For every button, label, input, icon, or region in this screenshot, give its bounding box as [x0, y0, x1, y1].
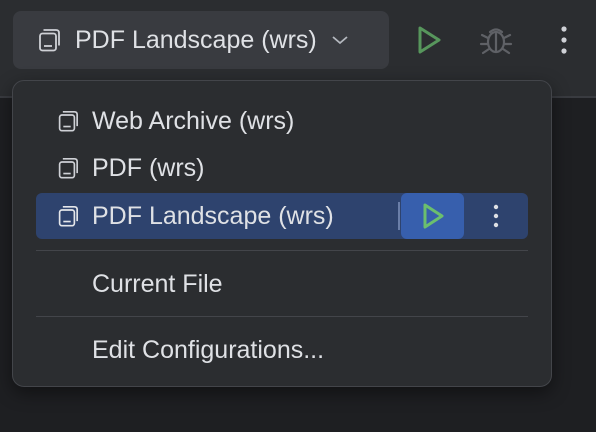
popup-item-label: PDF Landscape (wrs) [92, 201, 334, 230]
popup-separator [36, 316, 528, 317]
run-configuration-icon [55, 204, 79, 228]
popup-item-edit-configurations[interactable]: Edit Configurations... [36, 327, 528, 373]
debug-button[interactable] [476, 20, 516, 60]
run-icon [415, 25, 443, 55]
popup-item-pdf-landscape[interactable]: PDF Landscape (wrs) [36, 193, 528, 239]
run-configuration-icon [55, 156, 79, 180]
run-icon [420, 202, 446, 230]
run-configurations-popup: Web Archive (wrs) PDF (wrs) PDF Landscap… [12, 80, 552, 387]
inline-separator [398, 202, 400, 230]
run-configuration-icon [35, 27, 61, 53]
popup-item-label: Edit Configurations... [92, 335, 325, 364]
popup-item-current-file[interactable]: Current File [36, 261, 528, 307]
run-button[interactable] [409, 20, 449, 60]
popup-separator [36, 250, 528, 251]
chevron-down-icon [331, 34, 349, 46]
popup-item-web-archive[interactable]: Web Archive (wrs) [36, 98, 528, 144]
run-configuration-label: PDF Landscape (wrs) [75, 25, 317, 54]
run-configuration-icon [55, 109, 79, 133]
popup-item-label: Current File [92, 269, 223, 298]
more-actions-button[interactable] [544, 20, 584, 60]
inline-run-button[interactable] [401, 193, 464, 239]
popup-item-label: PDF (wrs) [92, 153, 205, 182]
debug-icon [479, 24, 513, 56]
popup-item-label: Web Archive (wrs) [92, 106, 295, 135]
run-configuration-selector[interactable]: PDF Landscape (wrs) [13, 11, 389, 69]
inline-more-button[interactable] [483, 193, 509, 239]
more-vertical-icon [493, 204, 499, 228]
more-vertical-icon [560, 25, 568, 55]
popup-item-pdf[interactable]: PDF (wrs) [36, 145, 528, 191]
